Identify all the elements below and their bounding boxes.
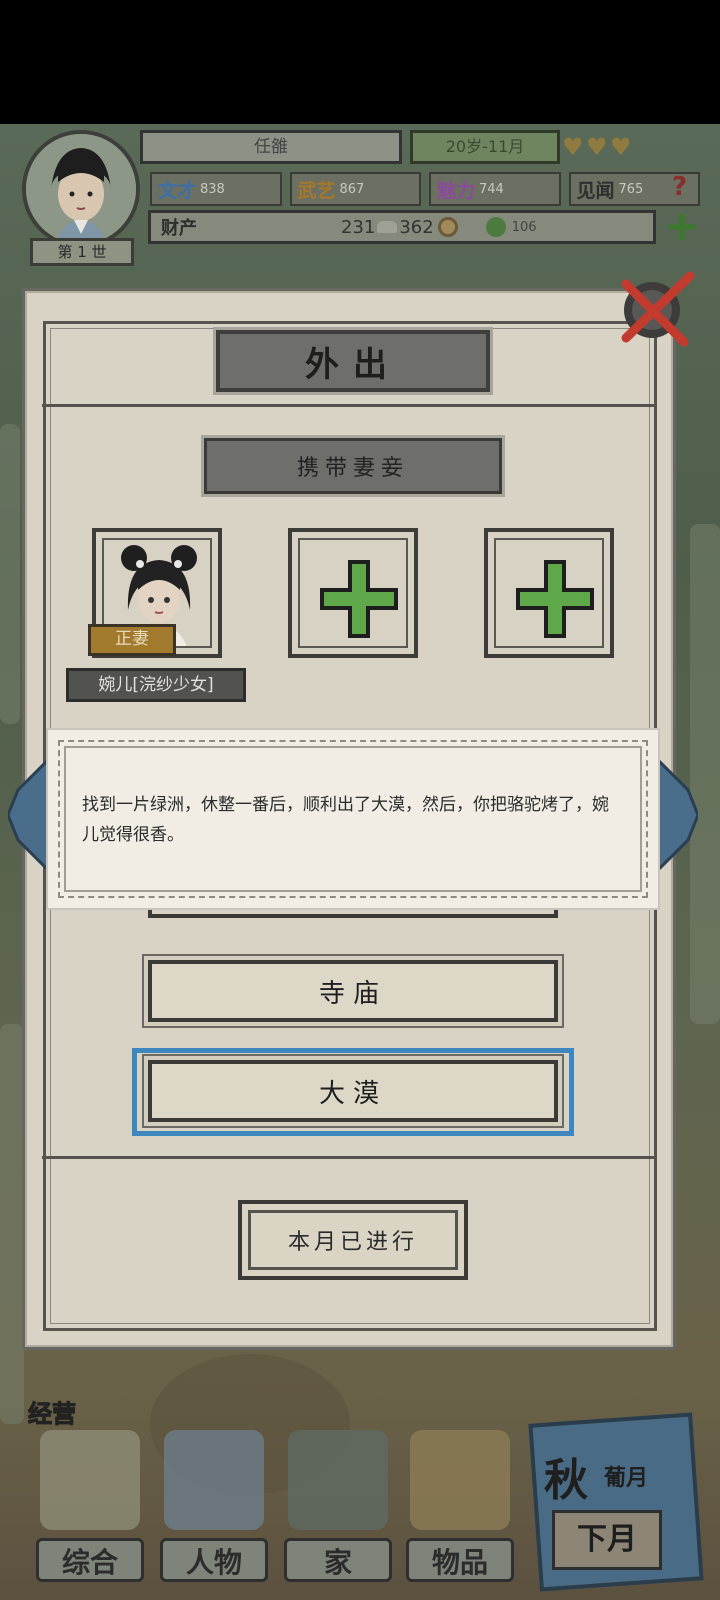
wife-name-label: 婉儿[浣纱少女] — [66, 668, 246, 702]
stat-label: 见闻 — [576, 179, 615, 202]
nav-characters[interactable]: 人物 — [154, 1430, 274, 1600]
generation-label: 第 1 世 — [30, 238, 134, 266]
close-icon[interactable] — [612, 264, 700, 352]
wife-rank-badge: 正妻 — [88, 624, 176, 656]
nav-home[interactable]: 家 — [278, 1430, 398, 1600]
heart-icon: ♥ — [610, 133, 632, 161]
health-hearts: ♥ ♥ ♥ — [562, 134, 632, 160]
wealth-label: 财产 — [161, 218, 197, 239]
month-name: 葡月 — [604, 1466, 649, 1491]
add-companion-plus-icon — [514, 558, 596, 640]
nav-label: 人物 — [160, 1538, 268, 1582]
divider — [42, 404, 656, 407]
character-name: 任雒 — [140, 130, 402, 164]
jade-amount: 106 — [511, 219, 537, 235]
stats-row: 文才 838 武艺 867 魅力 744 见闻 765 — [150, 172, 700, 206]
ribbon-right-decoration — [656, 756, 700, 874]
season-label: 秋 — [544, 1455, 588, 1506]
heart-icon: ♥ — [562, 133, 584, 161]
done-button-label: 本月已进行 — [287, 1230, 418, 1255]
divider — [42, 1156, 656, 1159]
heart-icon: ♥ — [586, 133, 608, 161]
stat-value: 744 — [479, 181, 504, 197]
house-icon — [288, 1430, 388, 1530]
manage-label: 经营 — [28, 1400, 77, 1429]
add-companion-plus-icon — [318, 558, 400, 640]
companion-section-title: 携带妻妾 — [296, 456, 409, 481]
stat-martial: 武艺 867 — [289, 172, 421, 206]
stat-value: 838 — [200, 181, 225, 197]
nav-items[interactable]: 物品 — [400, 1430, 520, 1600]
option-label: 寺庙 — [318, 978, 387, 1009]
ribbon-left-decoration — [6, 756, 50, 874]
stat-label: 文才 — [158, 179, 197, 202]
person-icon — [164, 1430, 264, 1530]
stat-label: 武艺 — [297, 179, 336, 202]
character-age: 20岁-11月 — [410, 130, 560, 164]
silver-ingot-icon — [377, 221, 398, 233]
stat-literary: 文才 838 — [150, 172, 282, 206]
month-done-button[interactable]: 本月已进行 — [238, 1200, 468, 1280]
add-wealth-plus-icon[interactable]: + — [664, 205, 700, 247]
scroll-icon — [40, 1430, 140, 1530]
coin-amount: 362 — [399, 216, 434, 238]
next-month-button[interactable]: 下月 — [552, 1510, 662, 1570]
stat-value: 867 — [339, 181, 365, 197]
gourd-icon — [410, 1430, 510, 1530]
nav-label: 综合 — [36, 1538, 144, 1582]
empty-slot-frame — [298, 538, 408, 648]
nav-label: 家 — [284, 1538, 392, 1582]
option-label: 大漠 — [318, 1078, 387, 1109]
companion-slot-add-2[interactable] — [484, 528, 614, 658]
silver-amount: 231 — [341, 216, 376, 238]
stat-label: 魅力 — [437, 179, 476, 202]
nav-general[interactable]: 综合 — [30, 1430, 150, 1600]
event-popup[interactable]: 找到一片绿洲，休整一番后，顺利出了大漠，然后，你把骆驼烤了，婉儿觉得很香。 — [46, 728, 660, 910]
event-message: 找到一片绿洲，休整一番后，顺利出了大漠，然后，你把骆驼烤了，婉儿觉得很香。 — [82, 795, 609, 845]
companion-slot-add-1[interactable] — [288, 528, 418, 658]
coin-icon — [437, 217, 458, 237]
companion-section-plate: 携带妻妾 — [204, 438, 502, 494]
stat-value: 765 — [618, 181, 644, 197]
stat-charm: 魅力 744 — [429, 172, 561, 206]
empty-slot-frame — [494, 538, 604, 648]
help-icon[interactable]: ? — [672, 172, 698, 202]
nav-label: 物品 — [406, 1538, 514, 1582]
player-avatar[interactable] — [22, 130, 140, 248]
jade-icon — [485, 217, 506, 237]
dialog-title: 外出 — [305, 344, 401, 385]
destination-option-desert[interactable]: 大漠 — [148, 1060, 558, 1122]
dialog-title-plate: 外出 — [216, 330, 490, 392]
wealth-row: 财产 231 362 106 — [148, 210, 656, 244]
destination-option-temple[interactable]: 寺庙 — [148, 960, 558, 1022]
